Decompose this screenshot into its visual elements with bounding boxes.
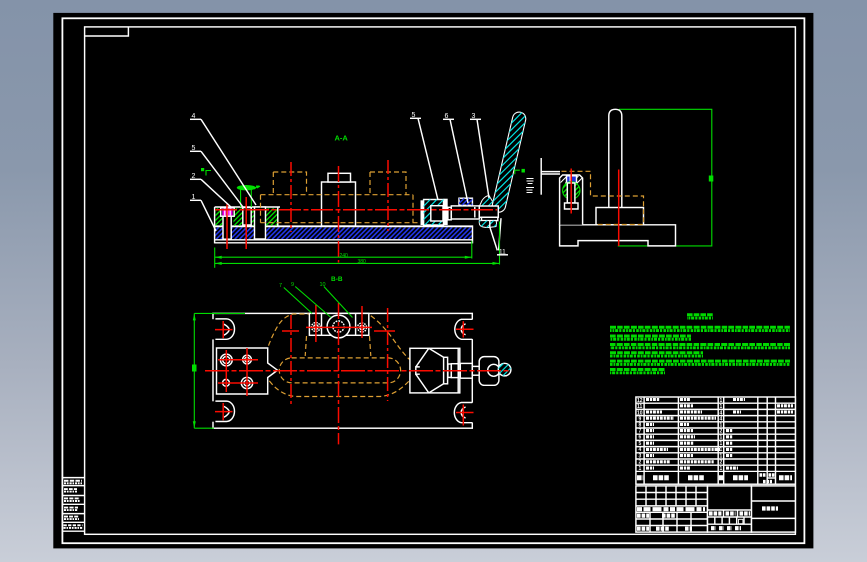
svg-text:240: 240: [340, 253, 349, 259]
svg-text:1: 1: [639, 466, 642, 472]
svg-text:9: 9: [291, 282, 294, 288]
svg-text:6: 6: [639, 435, 642, 441]
svg-text:7: 7: [279, 283, 282, 289]
svg-text:B-B: B-B: [331, 276, 343, 283]
svg-text:11: 11: [637, 404, 643, 410]
svg-text:380: 380: [358, 259, 367, 265]
svg-text:4: 4: [639, 447, 642, 453]
svg-text:1: 1: [720, 404, 723, 410]
svg-text:2: 2: [720, 460, 723, 466]
svg-text:10: 10: [320, 282, 326, 288]
svg-text:1: 1: [720, 466, 723, 472]
svg-text:A-A: A-A: [335, 133, 349, 142]
svg-text:1: 1: [720, 435, 723, 441]
svg-text:2: 2: [639, 460, 642, 466]
